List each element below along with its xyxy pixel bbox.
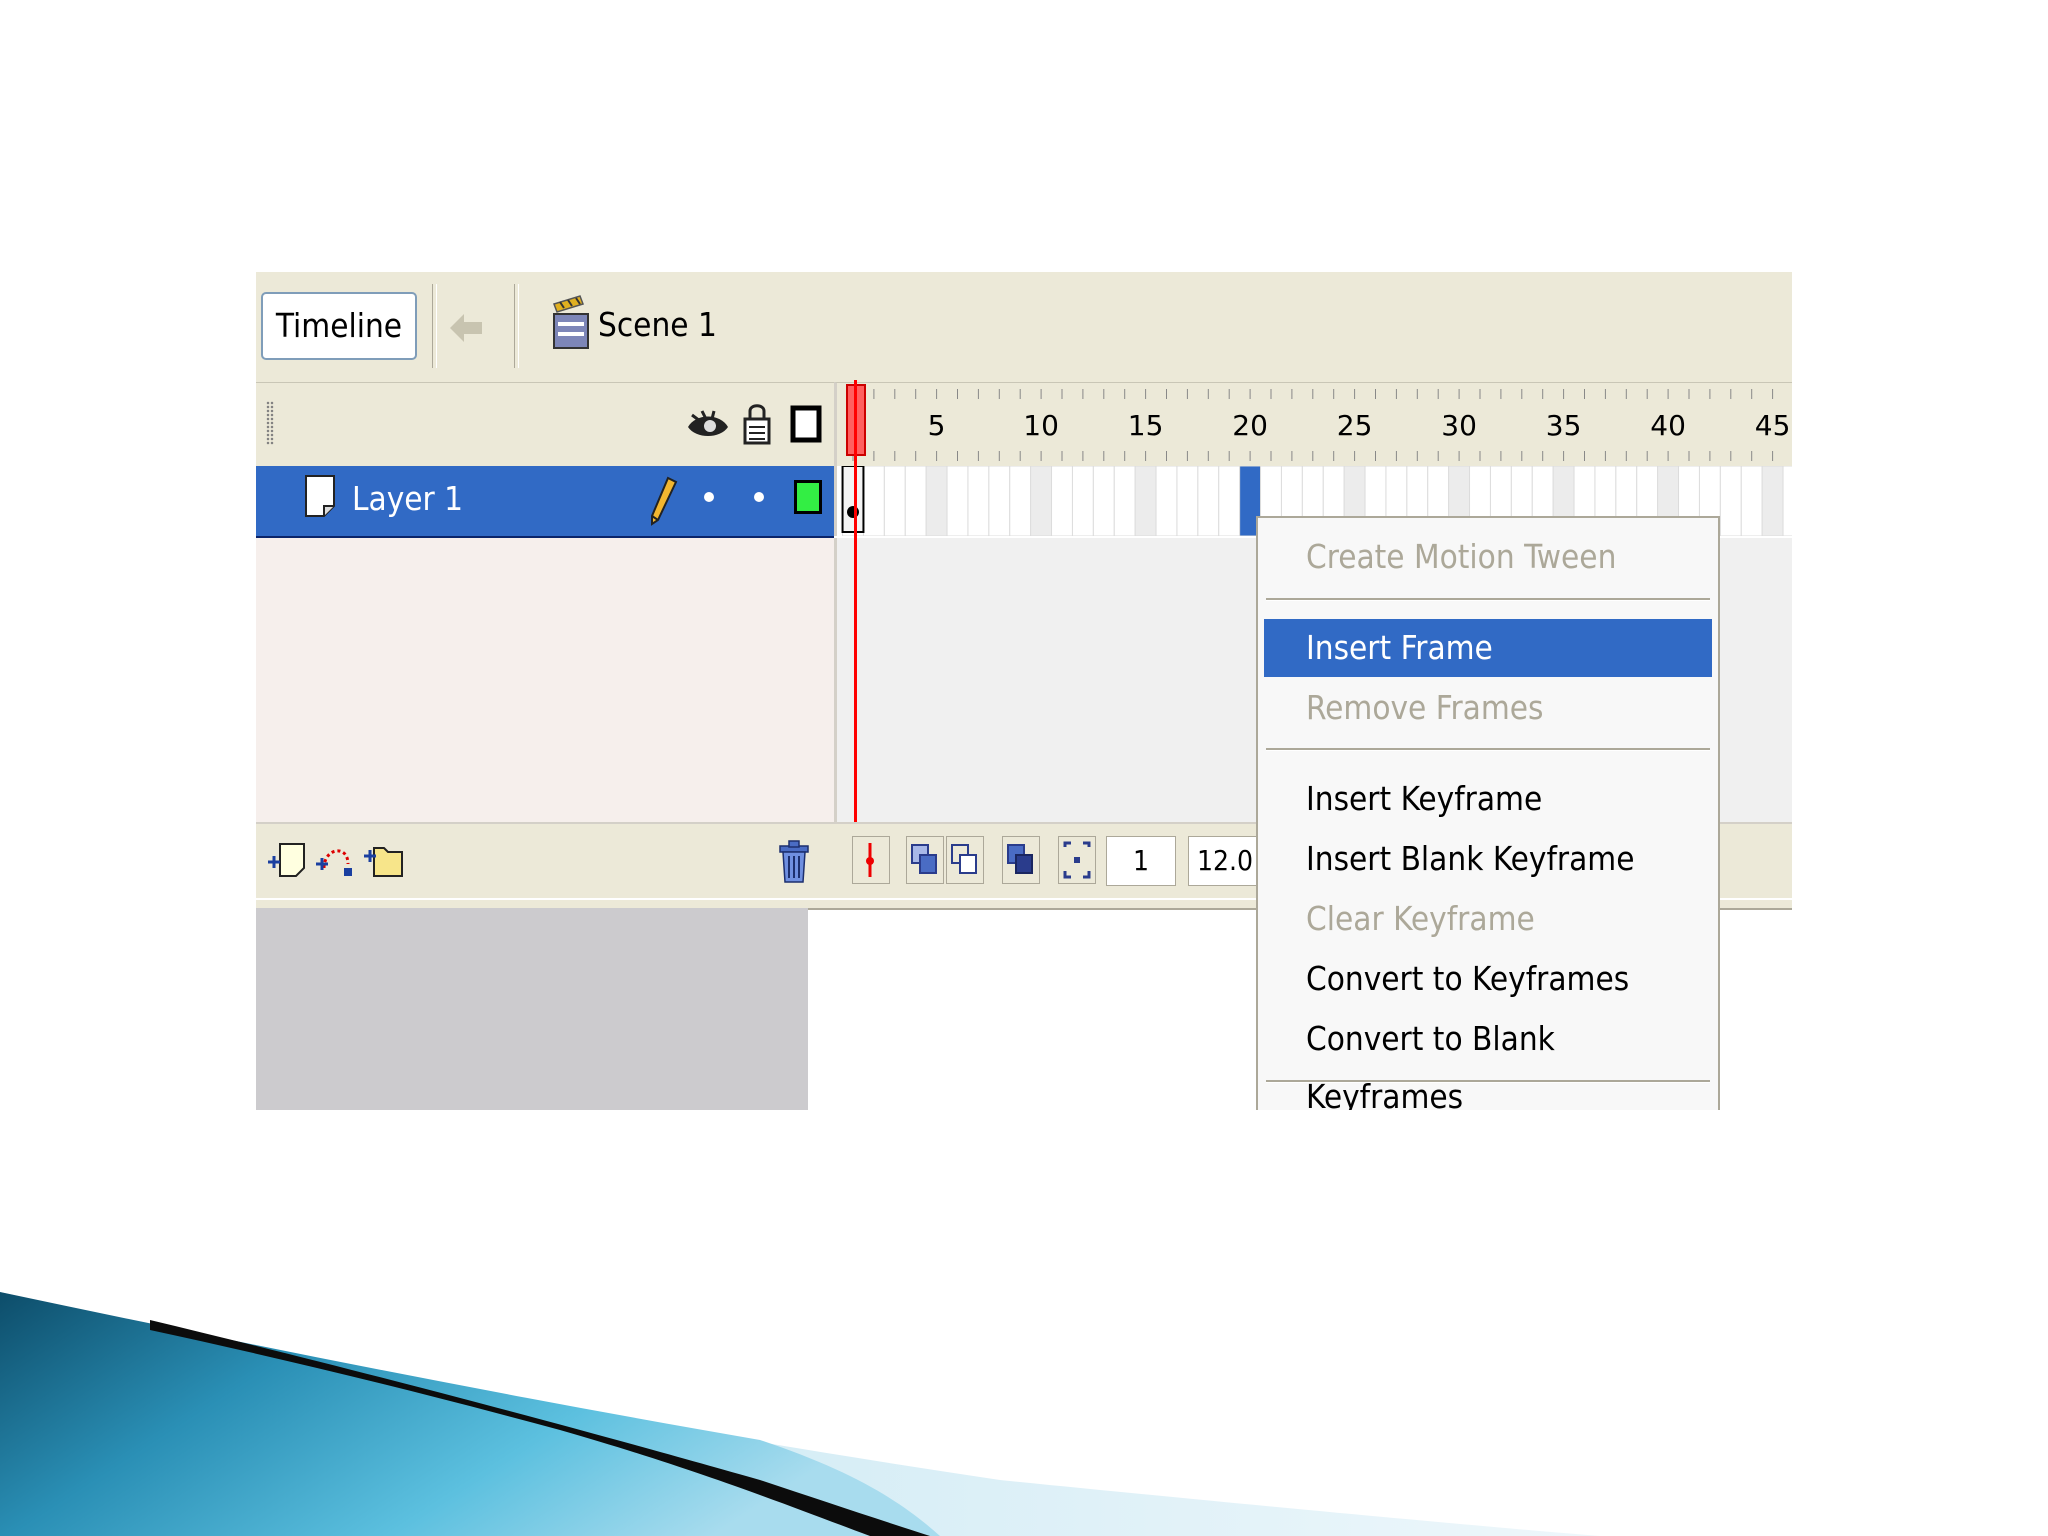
frame-cell[interactable] (1782, 466, 1792, 536)
current-frame-field[interactable]: 1 (1106, 836, 1176, 886)
ruler-label: 45 (1755, 409, 1791, 442)
frame-cell[interactable] (946, 466, 969, 536)
frame-cell[interactable] (1134, 466, 1157, 536)
ruler-label: 25 (1337, 409, 1373, 442)
layer-row-selected[interactable]: Layer 1 (256, 466, 834, 538)
frame-cell[interactable] (1113, 466, 1136, 536)
frame-context-menu: Create Motion Tween Insert Frame Remove … (1256, 516, 1720, 1110)
layers-empty-area (256, 538, 834, 822)
toolbar-separator (432, 284, 437, 368)
menu-item-clear-keyframe: Clear Keyframe (1306, 899, 1535, 938)
frame-cell[interactable] (1176, 466, 1199, 536)
layer-name[interactable]: Layer 1 (352, 476, 463, 522)
layer-outline-color-swatch[interactable] (794, 480, 822, 514)
keyframe-dot (847, 506, 859, 518)
lock-icon[interactable] (742, 401, 772, 445)
add-folder-icon[interactable] (362, 838, 406, 882)
menu-item-convert-to-keyframes[interactable]: Convert to Keyframes (1264, 950, 1712, 1008)
edit-multiple-frames-button[interactable] (1002, 836, 1040, 884)
frame-cell[interactable] (1740, 466, 1763, 536)
center-frame-icon (866, 843, 874, 877)
ruler-label: 15 (1128, 409, 1164, 442)
frame-cell[interactable] (988, 466, 1011, 536)
timeline-toolbar: Timeline Scene 1 (256, 272, 1792, 382)
menu-separator (1266, 748, 1710, 751)
menu-separator (1266, 598, 1710, 601)
frame-cell[interactable] (967, 466, 990, 536)
ruler-label: 40 (1650, 409, 1686, 442)
layer-header (256, 382, 834, 467)
outline-icon[interactable] (790, 405, 822, 443)
menu-item-insert-frame[interactable]: Insert Frame (1264, 619, 1712, 677)
keyframe-cell[interactable] (841, 466, 865, 533)
eye-icon[interactable] (686, 405, 730, 445)
ruler-label: 35 (1546, 409, 1582, 442)
frame-cell[interactable] (1218, 466, 1241, 536)
frame-cell[interactable] (1761, 466, 1784, 536)
center-frame-button[interactable] (852, 836, 890, 884)
frame-cell[interactable] (1197, 466, 1220, 536)
frame-cell[interactable] (1092, 466, 1115, 536)
edit-multiple-frames-icon (1007, 844, 1033, 874)
frame-cell[interactable] (1009, 466, 1032, 536)
menu-separator (1266, 1080, 1710, 1083)
frame-cell[interactable] (883, 466, 906, 536)
frame-cell[interactable] (904, 466, 927, 536)
toolbar-separator (514, 284, 519, 368)
frame-ruler[interactable]: 151015202530354045 (834, 382, 1792, 467)
lock-dot[interactable] (754, 492, 764, 502)
trash-icon[interactable] (776, 838, 812, 886)
ruler-label: 20 (1232, 409, 1268, 442)
scene-name[interactable]: Scene 1 (598, 300, 717, 350)
ruler-ticks: 151015202530354045 (848, 389, 1791, 461)
scene-clapper-icon (553, 295, 589, 349)
menu-item-create-motion-tween: Create Motion Tween (1306, 537, 1617, 576)
onion-skin-outlines-button[interactable] (946, 836, 984, 884)
frame-cell[interactable] (1155, 466, 1178, 536)
ruler-label: 10 (1023, 409, 1059, 442)
add-layer-icon[interactable] (266, 838, 310, 882)
ruler-label: 5 (928, 409, 946, 442)
visibility-dot[interactable] (704, 492, 714, 502)
frame-cell[interactable] (925, 466, 948, 536)
panel-grip-handle[interactable] (266, 401, 274, 445)
add-motion-guide-icon[interactable] (314, 838, 358, 882)
menu-item-insert-blank-keyframe[interactable]: Insert Blank Keyframe (1264, 830, 1712, 888)
onion-skin-outlines-icon (951, 844, 977, 874)
frame-cell[interactable] (1051, 466, 1073, 536)
modify-onion-markers-button[interactable] (1058, 836, 1096, 884)
modify-onion-markers-icon (1063, 841, 1091, 879)
stage-area (256, 908, 808, 1110)
ruler-label: 30 (1441, 409, 1477, 442)
menu-item-convert-to-blank-keyframes[interactable]: Convert to Blank Keyframes (1264, 1010, 1712, 1110)
timeline-tab[interactable]: Timeline (261, 292, 417, 360)
flash-timeline-screenshot: Timeline Scene 1 5 10 15 20 25 30 35 40 … (256, 272, 1792, 1110)
frame-cell[interactable] (862, 466, 885, 536)
onion-skin-icon (911, 844, 937, 874)
frame-cell[interactable] (1719, 466, 1742, 536)
layer-doc-icon (305, 475, 335, 517)
menu-item-insert-keyframe[interactable]: Insert Keyframe (1264, 770, 1712, 828)
frame-cell[interactable] (1030, 466, 1053, 536)
pencil-icon (651, 476, 678, 526)
back-arrow-icon[interactable] (446, 308, 486, 348)
menu-item-remove-frames: Remove Frames (1306, 688, 1544, 727)
onion-skin-button[interactable] (906, 836, 944, 884)
frame-cell[interactable] (1071, 466, 1094, 536)
playhead-line (854, 380, 857, 856)
